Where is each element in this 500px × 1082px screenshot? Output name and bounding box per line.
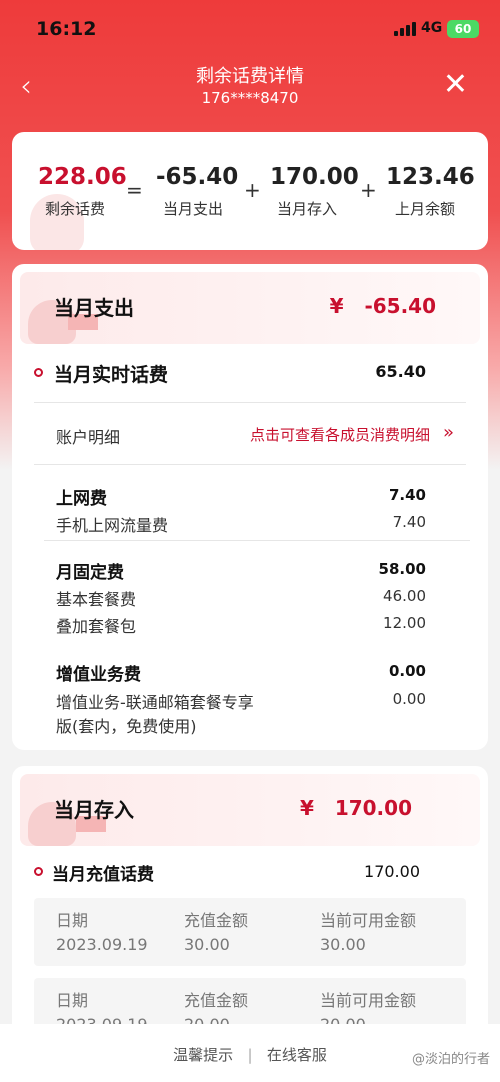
footer-bar: 温馨提示 | 在线客服 @淡泊的行者	[0, 1024, 500, 1082]
last-balance-label: 上月余额	[394, 200, 455, 218]
bullet-dot-icon	[34, 368, 43, 377]
online-service-link[interactable]: 在线客服	[267, 1046, 327, 1064]
fee-item-name-line1: 增值业务-联通邮箱套餐专享	[56, 693, 254, 712]
fee-group-value-added: 增值业务费 0.00 增值业务-联通邮箱套餐专享 版(套内，免费使用) 0.00	[12, 660, 488, 740]
fee-group-name: 增值业务费	[56, 665, 141, 685]
summary-deposit: 170.00 当月存入	[270, 164, 359, 219]
realtime-fee-row: 当月实时话费 65.40	[12, 360, 488, 390]
record-available: 30.00	[320, 935, 366, 954]
record-date: 2023.09.19	[56, 935, 148, 954]
fee-group-total: 0.00	[388, 662, 426, 680]
col-available-label: 当前可用金额	[320, 991, 417, 1010]
fee-item-value: 0.00	[392, 690, 426, 708]
deposit-amount: ¥ 170.00	[300, 796, 412, 820]
footer-separator: |	[247, 1046, 253, 1064]
plus-sign: +	[360, 178, 377, 202]
plus-sign: +	[244, 178, 261, 202]
summary-remaining: 228.06 剩余话费	[38, 164, 127, 219]
recharge-row: 当月充值话费 170.00	[12, 860, 488, 888]
divider	[44, 540, 470, 541]
phone-number: 176****8470	[201, 89, 299, 107]
fee-group-total: 58.00	[378, 560, 426, 578]
currency-symbol: ¥	[300, 796, 314, 820]
account-detail-row[interactable]: 账户明细 点击可查看各成员消费明细 »	[12, 422, 488, 448]
summary-expense: -65.40 当月支出	[156, 164, 239, 219]
deposit-card-header: 当月存入 ¥ 170.00	[20, 774, 480, 846]
fee-item-value: 12.00	[383, 614, 426, 632]
account-detail-label: 账户明细	[56, 428, 121, 447]
status-bar: 16:12 4G 60	[0, 0, 500, 58]
divider	[34, 464, 466, 465]
battery-level: 60	[454, 22, 472, 36]
expense-amount: ¥ -65.40	[330, 294, 436, 318]
member-detail-link[interactable]: 点击可查看各成员消费明细	[250, 424, 430, 445]
balance-summary-card: 228.06 剩余话费 = -65.40 当月支出 + 170.00 当月存入 …	[12, 132, 488, 250]
fee-item-value: 46.00	[383, 587, 426, 605]
last-balance-value: 123.46	[386, 164, 475, 190]
deposit-card: 当月存入 ¥ 170.00 当月充值话费 170.00 日期 充值金额 当前可用…	[12, 766, 488, 1066]
fee-item-name: 基本套餐费	[56, 590, 137, 609]
fee-group-name: 上网费	[56, 489, 107, 509]
close-icon[interactable]: ✕	[443, 70, 468, 100]
expense-card-header: 当月支出 ¥ -65.40	[20, 272, 480, 344]
col-date-label: 日期	[56, 911, 89, 930]
col-amount-label: 充值金额	[184, 991, 249, 1010]
double-chevron-right-icon[interactable]: »	[443, 422, 454, 443]
summary-last-balance: 123.46 上月余额	[386, 164, 475, 219]
remaining-label: 剩余话费	[44, 200, 105, 218]
expense-amount-value: -65.40	[364, 294, 436, 318]
signal-icon	[394, 22, 416, 36]
nav-bar: ‹ 剩余话费详情 176****8470 ✕	[0, 58, 500, 120]
fee-group-name: 月固定费	[56, 563, 124, 583]
status-time: 16:12	[36, 18, 97, 40]
watermark-text: @淡泊的行者	[411, 1052, 490, 1067]
record-amount: 30.00	[184, 935, 230, 954]
fee-item-name: 手机上网流量费	[56, 516, 169, 535]
currency-symbol: ¥	[329, 294, 344, 318]
deposit-value: 170.00	[270, 164, 359, 190]
expense-value: -65.40	[156, 164, 239, 190]
col-available-label: 当前可用金额	[320, 911, 417, 930]
equals-sign: =	[126, 178, 143, 202]
realtime-fee-label: 当月实时话费	[54, 364, 169, 386]
recharge-label: 当月充值话费	[52, 865, 154, 885]
fee-item-value: 7.40	[392, 513, 426, 531]
col-amount-label: 充值金额	[184, 911, 249, 930]
fee-group-internet: 上网费 7.40 手机上网流量费 7.40	[12, 482, 488, 538]
fee-group-fixed: 月固定费 58.00 基本套餐费 46.00 叠加套餐包 12.00	[12, 556, 488, 640]
bullet-dot-icon	[34, 867, 43, 876]
remaining-value: 228.06	[38, 164, 127, 190]
battery-icon: 60	[447, 20, 479, 38]
deposit-label: 当月存入	[276, 200, 337, 218]
expense-card: 当月支出 ¥ -65.40 当月实时话费 65.40 账户明细 点击可查看各成员…	[12, 264, 488, 750]
recharge-value: 170.00	[364, 862, 420, 881]
recharge-record: 日期 充值金额 当前可用金额 2023.09.19 30.00 30.00	[34, 898, 466, 966]
warm-tips-link[interactable]: 温馨提示	[173, 1046, 233, 1064]
page-title: 剩余话费详情	[196, 66, 304, 87]
deposit-amount-value: 170.00	[334, 796, 412, 820]
network-type: 4G	[421, 20, 443, 36]
divider	[34, 402, 466, 403]
fee-item-name-line2: 版(套内，免费使用)	[56, 717, 197, 736]
col-date-label: 日期	[56, 991, 89, 1010]
expense-label: 当月支出	[162, 200, 223, 218]
fee-item-name: 叠加套餐包	[56, 617, 137, 636]
expense-title: 当月支出	[54, 296, 134, 320]
fee-group-total: 7.40	[388, 486, 426, 504]
deposit-title: 当月存入	[54, 798, 134, 822]
realtime-fee-value: 65.40	[375, 362, 426, 381]
